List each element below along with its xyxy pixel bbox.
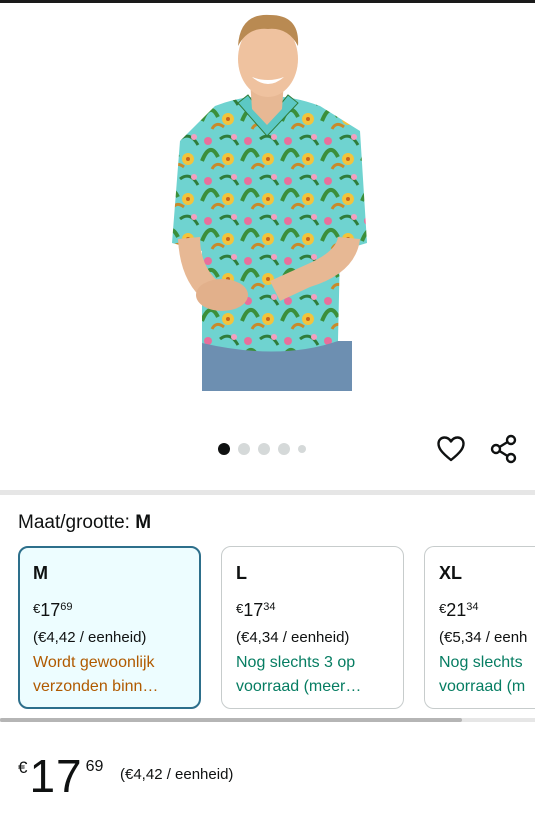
product-image[interactable] — [160, 11, 375, 396]
variant-price-whole: 17 — [243, 600, 264, 620]
variant-unit-price: (€4,34 / eenheid) — [236, 629, 350, 646]
size-label-text: Maat/grootte: — [18, 512, 130, 533]
variant-card-l[interactable]: L €1734 (€4,34 / eenheid) Nog slechts 3 … — [221, 546, 404, 709]
gallery-dot-3[interactable] — [258, 443, 270, 455]
gallery-pagination[interactable] — [218, 443, 306, 455]
share-button[interactable] — [489, 434, 519, 464]
gallery-dot-5[interactable] — [298, 445, 306, 453]
main-price-fraction: 69 — [85, 758, 104, 775]
variant-card-m[interactable]: M €1769 (€4,42 / eenheid) Wordt gewoonli… — [18, 546, 201, 709]
variant-scrollbar-thumb[interactable] — [0, 718, 462, 722]
variant-price-fraction: 69 — [60, 601, 73, 613]
gallery-dot-2[interactable] — [238, 443, 250, 455]
variant-availability-line2: verzonden binn… — [33, 678, 159, 695]
product-image-gallery[interactable] — [0, 3, 535, 490]
variant-price-whole: 17 — [40, 600, 61, 620]
variant-availability: Wordt gewoonlijk — [33, 654, 155, 671]
variant-card-xl[interactable]: XL €2134 (€5,34 / eenh Nog slechts voorr… — [424, 546, 535, 709]
variant-availability: Nog slechts 3 op — [236, 654, 356, 671]
variant-price-fraction: 34 — [466, 601, 479, 613]
main-price: € 17 69 — [18, 752, 103, 802]
variant-size: L — [236, 563, 247, 583]
variant-size: M — [33, 563, 48, 583]
variant-price-fraction: 34 — [263, 601, 276, 613]
variant-price: €1769 — [33, 595, 199, 620]
variant-availability-line2: voorraad (meer… — [236, 678, 362, 695]
gallery-dot-4[interactable] — [278, 443, 290, 455]
main-unit-price: (€4,42 / eenheid) — [120, 766, 234, 783]
gallery-dot-1[interactable] — [218, 443, 230, 455]
size-selector-label: Maat/grootte: M — [18, 512, 151, 534]
variant-unit-price: (€4,42 / eenheid) — [33, 629, 147, 646]
size-variant-list[interactable]: M €1769 (€4,42 / eenheid) Wordt gewoonli… — [18, 546, 535, 711]
variant-size: XL — [439, 563, 463, 583]
share-icon — [490, 434, 517, 464]
variant-price-whole: 21 — [446, 600, 467, 620]
selected-size-value: M — [135, 512, 152, 533]
variant-price: €1734 — [236, 595, 403, 620]
variant-availability: Nog slechts — [439, 654, 523, 671]
variant-availability-line2: voorraad (m — [439, 678, 526, 695]
section-divider — [0, 490, 535, 495]
wishlist-button[interactable] — [436, 434, 466, 464]
heart-icon — [437, 436, 465, 462]
main-price-currency: € — [18, 758, 28, 777]
variant-unit-price: (€5,34 / eenh — [439, 629, 528, 646]
main-price-whole: 17 — [29, 750, 83, 802]
variant-price: €2134 — [439, 595, 535, 620]
